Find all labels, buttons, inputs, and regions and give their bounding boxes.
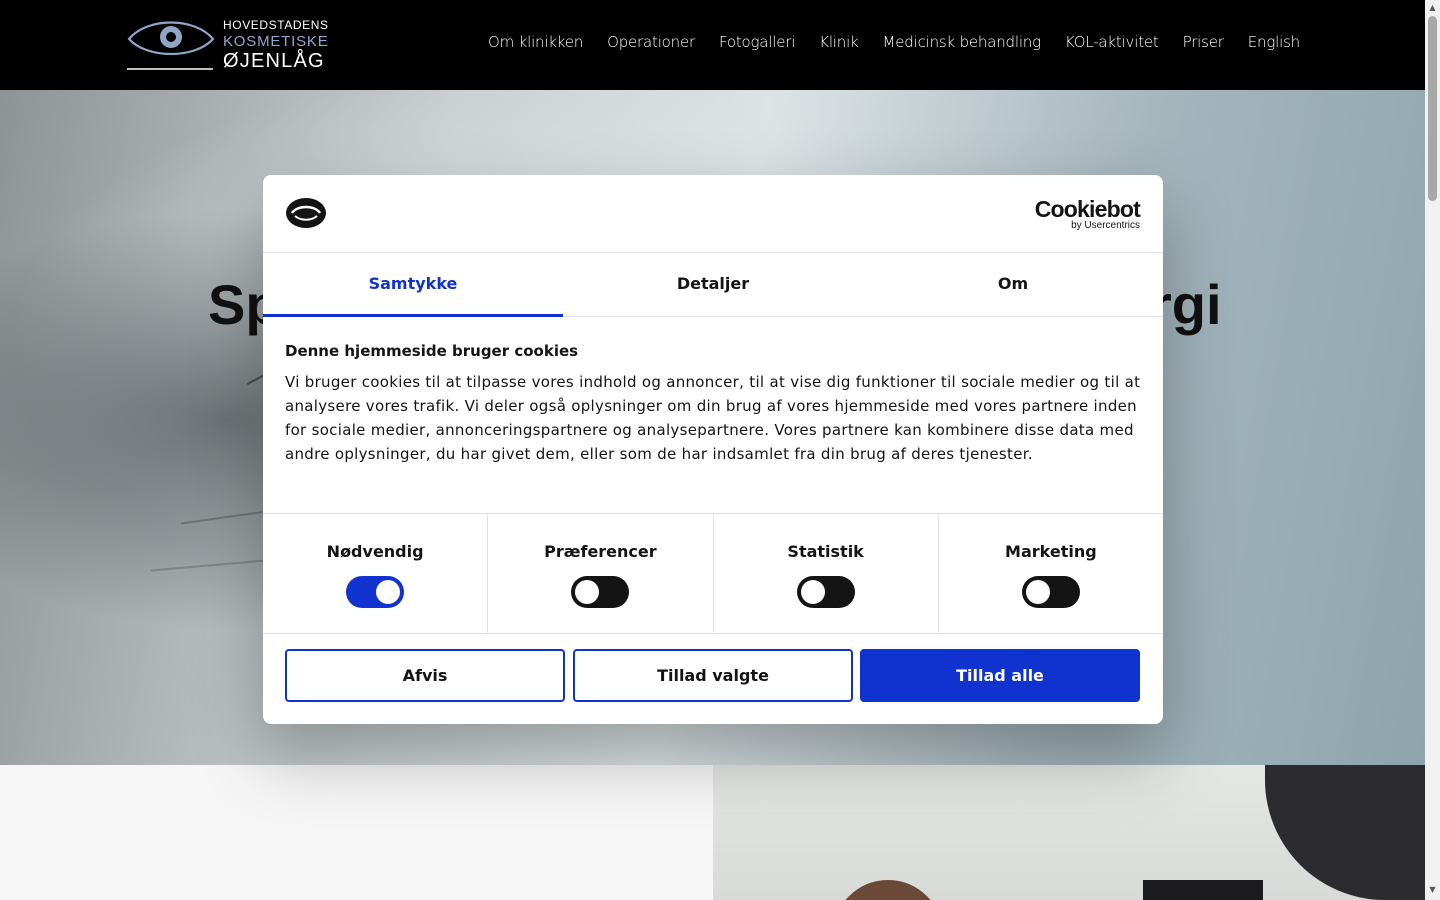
category-marketing: Marketing <box>939 514 1163 633</box>
logo-line-2: KOSMETISKE <box>223 33 329 50</box>
necessary-toggle[interactable] <box>346 576 405 608</box>
category-label: Statistik <box>787 542 864 561</box>
dialog-title: Denne hjemmeside bruger cookies <box>285 342 579 360</box>
site-header: HOVEDSTADENS KOSMETISKE ØJENLÅG Om klini… <box>0 0 1425 90</box>
category-statistics: Statistik <box>714 514 939 633</box>
cookie-consent-dialog: Cookiebot by Usercentrics Samtykke Detal… <box>263 175 1163 724</box>
site-logo[interactable]: HOVEDSTADENS KOSMETISKE ØJENLÅG <box>127 14 337 76</box>
photo-shape <box>1265 765 1425 900</box>
content-panel-left <box>0 765 713 900</box>
dialog-description: Vi bruger cookies til at tilpasse vores … <box>285 373 1141 463</box>
logo-line-3: ØJENLÅG <box>223 50 325 72</box>
tab-samtykke[interactable]: Samtykke <box>263 253 563 317</box>
cookie-logo-icon <box>286 198 326 228</box>
preferences-toggle[interactable] <box>571 576 630 608</box>
content-photo <box>713 765 1425 900</box>
brand-byline: by Usercentrics <box>1071 220 1140 231</box>
scrollbar-thumb[interactable] <box>1428 16 1437 201</box>
photo-shape <box>833 880 943 900</box>
nav-medicinsk-behandling[interactable]: Medicinsk behandling <box>883 33 1042 51</box>
nav-klinik[interactable]: Klinik <box>819 33 859 51</box>
scroll-down-arrow-icon[interactable]: ▼ <box>1428 886 1437 894</box>
toggle-knob <box>376 580 401 604</box>
nav-english[interactable]: English <box>1248 33 1300 51</box>
eye-logo-icon <box>127 21 215 70</box>
consent-categories: Nødvendig Præferencer Statistik Marketin… <box>263 513 1163 634</box>
nav-priser[interactable]: Priser <box>1183 33 1224 51</box>
category-necessary: Nødvendig <box>263 514 489 633</box>
nav-om-klinikken[interactable]: Om klinikken <box>488 33 583 51</box>
scroll-up-arrow-icon[interactable]: ▲ <box>1428 4 1437 12</box>
category-preferences: Præferencer <box>488 514 714 633</box>
nav-kol-aktivitet[interactable]: KOL-aktivitet <box>1065 33 1159 51</box>
brand-name: Cookiebot <box>1034 196 1141 222</box>
toggle-knob <box>575 580 600 604</box>
logo-line-1: HOVEDSTADENS <box>223 18 329 32</box>
category-label: Marketing <box>1005 542 1097 561</box>
main-nav: Om klinikken Operationer Fotogalleri Kli… <box>488 33 1300 51</box>
category-label: Præferencer <box>544 542 657 561</box>
marketing-toggle[interactable] <box>1021 576 1080 608</box>
photo-shape <box>1143 880 1263 900</box>
dialog-tabs: Samtykke Detaljer Om <box>263 253 1163 317</box>
cookiebot-brand[interactable]: Cookiebot by Usercentrics <box>1034 196 1141 231</box>
tab-om[interactable]: Om <box>863 253 1163 316</box>
category-label: Nødvendig <box>326 542 424 561</box>
reject-button[interactable]: Afvis <box>285 649 565 702</box>
allow-selected-button[interactable]: Tillad valgte <box>573 649 853 702</box>
tab-detaljer[interactable]: Detaljer <box>563 253 863 316</box>
dialog-header: Cookiebot by Usercentrics <box>263 175 1163 253</box>
statistics-toggle[interactable] <box>796 576 855 608</box>
toggle-knob <box>800 580 825 604</box>
nav-operationer[interactable]: Operationer <box>607 33 695 51</box>
toggle-knob <box>1025 580 1050 604</box>
nav-fotogalleri[interactable]: Fotogalleri <box>719 33 795 51</box>
allow-all-button[interactable]: Tillad alle <box>860 649 1140 702</box>
